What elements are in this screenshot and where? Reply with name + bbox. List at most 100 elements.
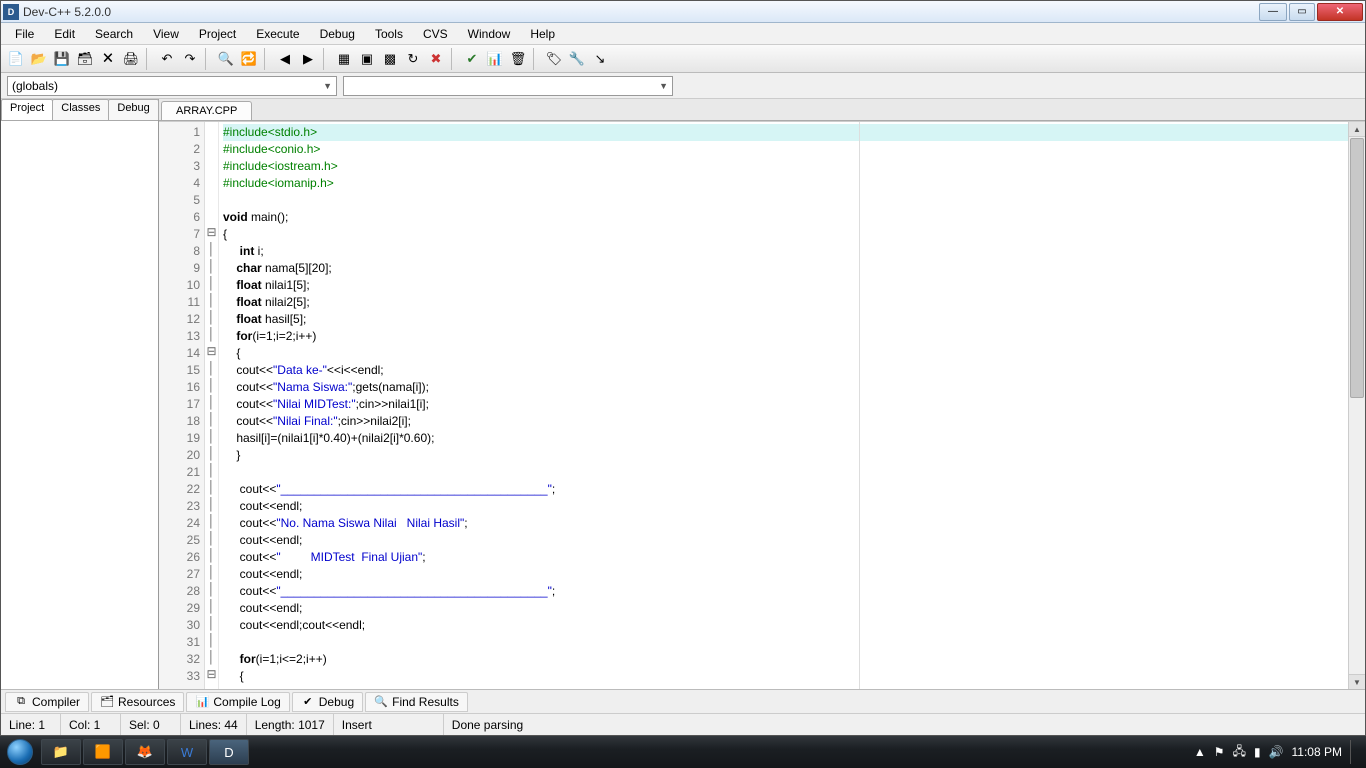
tool-button[interactable]: 🔧 bbox=[566, 48, 588, 70]
code-line[interactable]: cout<<"_________________________________… bbox=[223, 481, 1348, 498]
menu-help[interactable]: Help bbox=[520, 25, 565, 43]
code-line[interactable]: cout<<endl; bbox=[223, 532, 1348, 549]
menu-project[interactable]: Project bbox=[189, 25, 246, 43]
code-area[interactable]: #include<stdio.h>#include<conio.h>#inclu… bbox=[219, 122, 1348, 689]
code-line[interactable]: } bbox=[223, 447, 1348, 464]
compile-run-button[interactable]: ▩ bbox=[379, 48, 401, 70]
compile-button[interactable]: ▦ bbox=[333, 48, 355, 70]
battery-icon[interactable]: ▮ bbox=[1254, 745, 1261, 759]
profile-button[interactable]: 📊 bbox=[484, 48, 506, 70]
volume-icon[interactable]: 🔊 bbox=[1269, 745, 1284, 759]
code-line[interactable]: cout<<"Nilai MIDTest:";cin>>nilai1[i]; bbox=[223, 396, 1348, 413]
code-line[interactable]: for(i=1;i<=2;i++) bbox=[223, 651, 1348, 668]
undo-button[interactable]: ↶ bbox=[156, 48, 178, 70]
clock[interactable]: 11:08 PM bbox=[1292, 745, 1342, 759]
redo-button[interactable]: ↷ bbox=[179, 48, 201, 70]
vertical-scrollbar[interactable]: ▲ ▼ bbox=[1348, 122, 1365, 689]
open-button[interactable]: 📂 bbox=[28, 48, 50, 70]
code-line[interactable]: float nilai2[5]; bbox=[223, 294, 1348, 311]
find-button[interactable]: 🔍 bbox=[215, 48, 237, 70]
menu-window[interactable]: Window bbox=[458, 25, 521, 43]
code-line[interactable]: cout<<" MIDTest Final Ujian"; bbox=[223, 549, 1348, 566]
editor[interactable]: 1234567891011121314151617181920212223242… bbox=[159, 121, 1365, 689]
taskbar-word[interactable]: W bbox=[167, 739, 207, 765]
code-line[interactable]: cout<<"Data ke-"<<i<<endl; bbox=[223, 362, 1348, 379]
fold-column[interactable]: ⊟││││││⊟││││││││││││││││││⊟ bbox=[205, 122, 219, 689]
member-combo[interactable]: ▼ bbox=[343, 76, 673, 96]
code-line[interactable] bbox=[223, 464, 1348, 481]
bottomtab-compiler[interactable]: ⧉Compiler bbox=[5, 692, 89, 712]
bottomtab-find-results[interactable]: 🔍Find Results bbox=[365, 692, 468, 712]
scope-combo[interactable]: (globals) ▼ bbox=[7, 76, 337, 96]
close-file-button[interactable]: 🗙 bbox=[97, 48, 119, 70]
bottomtab-compile-log[interactable]: 📊Compile Log bbox=[186, 692, 289, 712]
code-line[interactable]: char nama[5][20]; bbox=[223, 260, 1348, 277]
code-line[interactable]: cout<<endl;cout<<endl; bbox=[223, 617, 1348, 634]
taskbar-devcpp[interactable]: D bbox=[209, 739, 249, 765]
code-line[interactable]: { bbox=[223, 226, 1348, 243]
menu-view[interactable]: View bbox=[143, 25, 189, 43]
bottomtab-debug[interactable]: ✔Debug bbox=[292, 692, 363, 712]
menu-tools[interactable]: Tools bbox=[365, 25, 413, 43]
run-button[interactable]: ▣ bbox=[356, 48, 378, 70]
maximize-button[interactable]: ▭ bbox=[1289, 3, 1315, 21]
code-line[interactable]: hasil[i]=(nilai1[i]*0.40)+(nilai2[i]*0.6… bbox=[223, 430, 1348, 447]
save-button[interactable]: 💾 bbox=[51, 48, 73, 70]
start-button[interactable] bbox=[0, 736, 40, 768]
show-hidden-icon[interactable]: ▲ bbox=[1194, 745, 1206, 759]
code-line[interactable]: void main(); bbox=[223, 209, 1348, 226]
code-line[interactable] bbox=[223, 634, 1348, 651]
fold-mark[interactable]: ⊟ bbox=[205, 224, 218, 241]
code-line[interactable]: #include<iostream.h> bbox=[223, 158, 1348, 175]
taskbar-browser[interactable]: 🦊 bbox=[125, 739, 165, 765]
code-line[interactable]: cout<<endl; bbox=[223, 498, 1348, 515]
code-line[interactable]: cout<<"Nama Siswa:";gets(nama[i]); bbox=[223, 379, 1348, 396]
network-icon[interactable]: 🖧 bbox=[1233, 742, 1246, 763]
code-line[interactable]: cout<<"_________________________________… bbox=[223, 583, 1348, 600]
code-line[interactable]: #include<conio.h> bbox=[223, 141, 1348, 158]
delete-profile-button[interactable]: 🗑 bbox=[507, 48, 529, 70]
code-line[interactable]: cout<<"No. Nama Siswa Nilai Nilai Hasil"… bbox=[223, 515, 1348, 532]
minimize-button[interactable]: — bbox=[1259, 3, 1287, 21]
code-line[interactable]: #include<stdio.h> bbox=[223, 124, 1348, 141]
goto-button[interactable]: ↘ bbox=[589, 48, 611, 70]
code-line[interactable]: { bbox=[223, 668, 1348, 685]
save-all-button[interactable]: 🗃 bbox=[74, 48, 96, 70]
scroll-thumb[interactable] bbox=[1350, 138, 1364, 398]
menu-cvs[interactable]: CVS bbox=[413, 25, 458, 43]
flag-icon[interactable]: ⚑ bbox=[1214, 745, 1225, 759]
print-button[interactable]: 🖨 bbox=[120, 48, 142, 70]
bottomtab-resources[interactable]: 🗂Resources bbox=[91, 692, 184, 712]
debug-button[interactable]: ✔ bbox=[461, 48, 483, 70]
sidetab-classes[interactable]: Classes bbox=[52, 99, 109, 120]
code-line[interactable]: #include<iomanip.h> bbox=[223, 175, 1348, 192]
forward-button[interactable]: ▶ bbox=[297, 48, 319, 70]
code-line[interactable]: { bbox=[223, 345, 1348, 362]
close-button[interactable]: ✕ bbox=[1317, 3, 1363, 21]
code-line[interactable]: cout<<"Nilai Final:";cin>>nilai2[i]; bbox=[223, 413, 1348, 430]
fold-mark[interactable]: ⊟ bbox=[205, 666, 218, 683]
code-line[interactable]: int i; bbox=[223, 243, 1348, 260]
taskbar-media[interactable]: 🟧 bbox=[83, 739, 123, 765]
file-tab[interactable]: ARRAY.CPP bbox=[161, 101, 252, 120]
code-line[interactable]: float hasil[5]; bbox=[223, 311, 1348, 328]
rebuild-button[interactable]: ↻ bbox=[402, 48, 424, 70]
code-line[interactable]: float nilai1[5]; bbox=[223, 277, 1348, 294]
show-desktop-button[interactable] bbox=[1350, 740, 1358, 764]
new-file-button[interactable]: 📄 bbox=[5, 48, 27, 70]
taskbar-explorer[interactable]: 📁 bbox=[41, 739, 81, 765]
scroll-up-icon[interactable]: ▲ bbox=[1349, 122, 1365, 137]
code-line[interactable]: cout<<endl; bbox=[223, 566, 1348, 583]
new-class-button[interactable]: 🏷 bbox=[543, 48, 565, 70]
sidetab-project[interactable]: Project bbox=[1, 99, 53, 120]
menu-search[interactable]: Search bbox=[85, 25, 143, 43]
code-line[interactable]: cout<<endl; bbox=[223, 600, 1348, 617]
menu-debug[interactable]: Debug bbox=[310, 25, 365, 43]
abort-button[interactable]: ✖ bbox=[425, 48, 447, 70]
replace-button[interactable]: 🔁 bbox=[238, 48, 260, 70]
sidetab-debug[interactable]: Debug bbox=[108, 99, 158, 120]
fold-mark[interactable]: ⊟ bbox=[205, 343, 218, 360]
menu-file[interactable]: File bbox=[5, 25, 44, 43]
scroll-down-icon[interactable]: ▼ bbox=[1349, 674, 1365, 689]
code-line[interactable]: for(i=1;i=2;i++) bbox=[223, 328, 1348, 345]
